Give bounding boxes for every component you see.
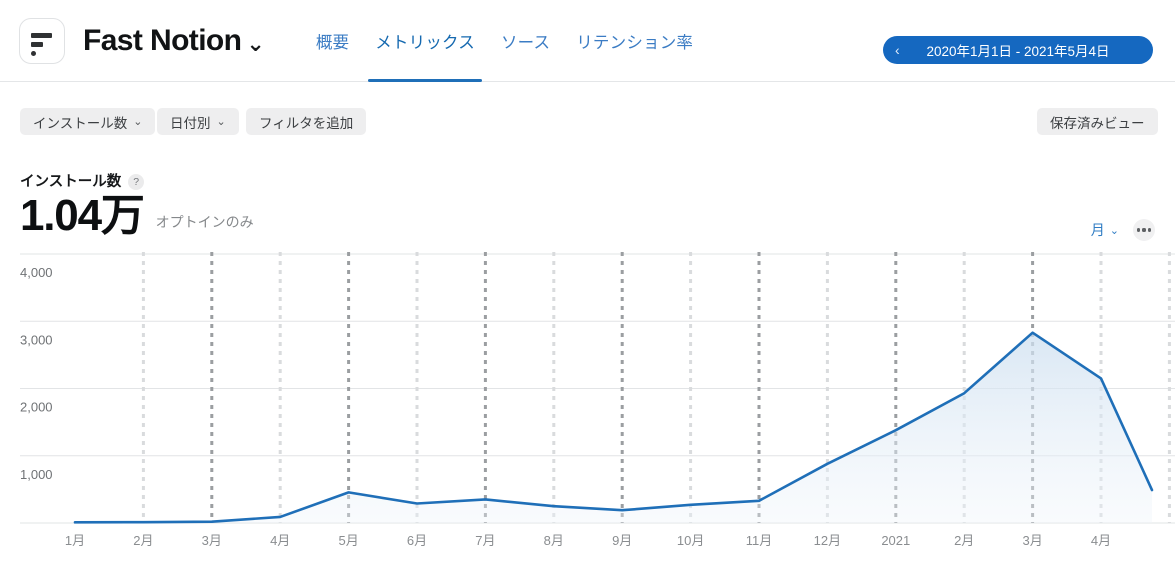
x-axis-tick-label: 2月: [954, 533, 974, 548]
tab-label: ソース: [500, 33, 551, 52]
tab-label: リテンション率: [576, 33, 694, 52]
y-axis-tick-label: 3,000: [20, 332, 53, 347]
tab-retention[interactable]: リテンション率: [563, 0, 706, 82]
installs-area-chart: 1,000 2,000 3,000 4,000 1月 2月 3月 4月 5月 6月 7月 8月 9月 10…: [0, 248, 1175, 575]
x-axis-tick-label: 2021: [881, 533, 910, 548]
x-axis-tick-label: 4月: [1091, 533, 1111, 548]
more-horizontal-icon[interactable]: [1133, 219, 1155, 241]
app-title-dropdown[interactable]: Fast Notion ⌄: [65, 24, 265, 58]
chevron-down-icon: ⌄: [246, 30, 265, 56]
chip-label: 日付別: [170, 115, 211, 131]
chip-label: フィルタを追加: [259, 115, 354, 131]
x-axis-tick-label: 1月: [65, 533, 85, 548]
app-header: Fast Notion ⌄ 概要 メトリックス ソース リテンション率 ‹ 20…: [0, 0, 1175, 82]
tab-label: メトリックス: [375, 33, 475, 52]
chart-controls: 月 ⌄: [1091, 219, 1155, 241]
metric-summary: インストール数 ? 1.04万 オプトインのみ: [20, 170, 254, 239]
tab-sources[interactable]: ソース: [488, 0, 563, 82]
page-title: Fast Notion: [83, 23, 242, 57]
tab-metrics[interactable]: メトリックス: [362, 0, 488, 82]
metric-selector-chip[interactable]: インストール数 ⌄: [20, 108, 156, 135]
x-axis-tick-label: 4月: [270, 533, 290, 548]
tab-bar: 概要 メトリックス ソース リテンション率: [303, 0, 706, 82]
y-axis-tick-label: 4,000: [20, 265, 53, 280]
y-axis-tick-label: 1,000: [20, 467, 53, 482]
add-filter-button[interactable]: フィルタを追加: [246, 108, 367, 135]
x-axis-tick-label: 2月: [133, 533, 153, 548]
x-axis-tick-label: 12月: [814, 533, 841, 548]
metric-label: インストール数: [20, 174, 122, 190]
chip-label: 保存済みビュー: [1050, 115, 1145, 131]
chevron-down-icon: ⌄: [133, 116, 143, 128]
help-icon[interactable]: ?: [128, 173, 145, 190]
y-axis-tick-label: 2,000: [20, 400, 53, 415]
breakdown-selector-chip[interactable]: 日付別 ⌄: [157, 108, 239, 135]
chip-label: インストール数: [33, 115, 128, 131]
tab-overview[interactable]: 概要: [303, 0, 362, 82]
x-axis-tick-label: 9月: [612, 533, 632, 548]
tab-label: 概要: [315, 33, 350, 52]
chevron-down-icon: ⌄: [216, 116, 226, 128]
granularity-selector[interactable]: 月 ⌄: [1091, 220, 1119, 240]
x-axis-tick-label: 8月: [544, 533, 564, 548]
x-axis-tick-label: 3月: [202, 533, 222, 548]
x-axis-tick-label: 11月: [746, 533, 773, 548]
date-range-picker[interactable]: ‹ 2020年1月1日 - 2021年5月4日: [883, 36, 1153, 64]
saved-views-button[interactable]: 保存済みビュー: [1037, 108, 1158, 135]
chart-area-fill: [75, 332, 1152, 523]
x-axis-tick-label: 5月: [338, 533, 358, 548]
chart-canvas: 1,000 2,000 3,000 4,000 1月 2月 3月 4月 5月 6月 7月 8月 9月 10…: [20, 252, 1175, 548]
x-axis-tick-label: 7月: [475, 533, 495, 548]
filter-bar: インストール数 ⌄ 日付別 ⌄ フィルタを追加 保存済みビュー: [0, 96, 1175, 152]
granularity-label: 月: [1090, 222, 1105, 238]
metric-note: オプトインのみ: [155, 214, 254, 231]
chevron-left-icon[interactable]: ‹: [895, 43, 900, 57]
chevron-down-icon: ⌄: [1109, 224, 1119, 237]
metric-value: 1.04万: [20, 191, 145, 240]
date-range-label: 2020年1月1日 - 2021年5月4日: [926, 44, 1110, 59]
fast-notion-logo-icon: [19, 17, 65, 64]
x-axis-tick-label: 10月: [677, 533, 704, 548]
x-axis-tick-label: 6月: [407, 533, 427, 548]
x-axis-tick-label: 3月: [1022, 533, 1042, 548]
